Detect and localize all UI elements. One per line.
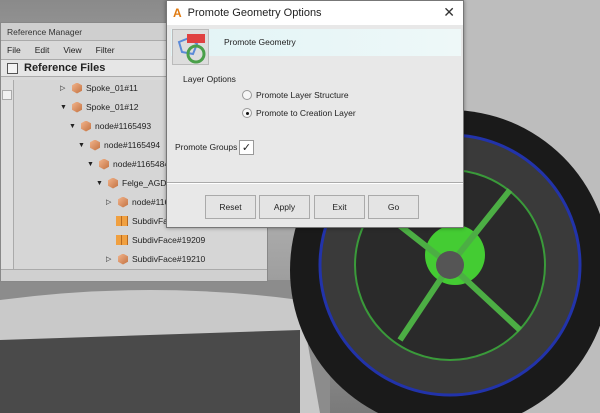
expand-arrow-icon[interactable]: ▷	[106, 198, 114, 206]
radio-promote-to-creation-layer[interactable]: Promote to Creation Layer	[242, 108, 356, 118]
radio-promote-layer-structure[interactable]: Promote Layer Structure	[242, 90, 349, 100]
collapse-arrow-icon[interactable]: ▼	[96, 180, 104, 187]
cube-icon	[108, 177, 118, 189]
app-logo-icon: A	[173, 6, 182, 20]
item-label: node#116	[132, 197, 170, 207]
cube-icon	[72, 82, 82, 94]
header-label: Reference Files	[24, 62, 106, 74]
collapse-arrow-icon[interactable]: ▼	[69, 123, 77, 130]
apply-button[interactable]: Apply	[259, 195, 310, 219]
menu-edit[interactable]: Edit	[35, 41, 50, 59]
item-label: SubdivFace#19209	[132, 235, 206, 245]
radio-button[interactable]	[242, 90, 252, 100]
item-label: Felge_AGD_	[122, 178, 172, 188]
tree-item[interactable]: ▼ node#1165494	[78, 137, 160, 153]
promote-groups-label: Promote Groups	[175, 142, 238, 152]
tree-item[interactable]: ▼ node#1165484	[87, 156, 169, 172]
tree-item[interactable]: ▼ Spoke_01#12	[60, 99, 138, 115]
item-label: SubdivFace#19210	[132, 254, 206, 264]
tree-item[interactable]: ▷ node#116	[106, 194, 169, 210]
promote-geometry-icon	[172, 29, 209, 65]
expand-arrow-icon[interactable]: ▷	[60, 84, 68, 92]
collapse-arrow-icon[interactable]: ▼	[87, 161, 95, 168]
exit-button[interactable]: Exit	[314, 195, 365, 219]
dialog-header-band: Promote Geometry	[171, 29, 461, 56]
tree-item[interactable]: ▷ Spoke_01#11	[60, 80, 138, 96]
radio-label: Promote Layer Structure	[256, 90, 349, 100]
dialog-title-bar: A Promote Geometry Options ✕	[167, 1, 463, 25]
cube-icon	[72, 101, 82, 113]
collapse-arrow-icon[interactable]: ▼	[78, 142, 86, 149]
cube-icon	[118, 253, 128, 265]
horizontal-scrollbar[interactable]	[1, 269, 267, 281]
dialog-title: Promote Geometry Options	[187, 7, 322, 19]
expand-arrow-icon[interactable]: ▷	[106, 255, 114, 263]
radio-button[interactable]	[242, 108, 252, 118]
item-label: node#1165484	[113, 159, 170, 169]
promote-groups-checkbox[interactable]: ✓	[239, 140, 254, 155]
radio-label: Promote to Creation Layer	[256, 108, 356, 118]
subdiv-face-icon	[116, 235, 128, 245]
tree-item[interactable]: SubdivFace#19209	[116, 232, 205, 248]
select-all-checkbox[interactable]	[7, 62, 18, 74]
cube-icon	[99, 158, 109, 170]
layer-options-label: Layer Options	[183, 74, 236, 84]
menu-file[interactable]: File	[7, 41, 21, 59]
menu-filter[interactable]: Filter	[96, 41, 115, 59]
tree-item[interactable]: ▼ Felge_AGD_	[96, 175, 171, 191]
item-label: node#1165493	[95, 121, 152, 131]
cube-icon	[81, 120, 91, 132]
reset-button[interactable]: Reset	[205, 195, 256, 219]
dialog-header: Promote Geometry	[224, 37, 296, 47]
cube-icon	[118, 196, 128, 208]
close-icon[interactable]: ✕	[443, 4, 455, 21]
item-label: node#1165494	[104, 140, 161, 150]
tree-item[interactable]: ▷ SubdivFace#19210	[106, 251, 205, 267]
divider	[167, 182, 463, 184]
collapse-arrow-icon[interactable]: ▼	[60, 104, 68, 111]
promote-geometry-dialog: A Promote Geometry Options ✕ Promote Geo…	[166, 0, 464, 228]
subdiv-face-icon	[116, 216, 128, 226]
tree-item[interactable]: ▼ node#1165493	[69, 118, 151, 134]
item-label: Spoke_01#11	[86, 83, 138, 93]
menu-view[interactable]: View	[63, 41, 81, 59]
cube-icon	[90, 139, 100, 151]
vertical-scrollbar[interactable]	[1, 80, 13, 269]
item-label: Spoke_01#12	[86, 102, 139, 112]
scrollbar-thumb[interactable]	[2, 90, 12, 100]
go-button[interactable]: Go	[368, 195, 419, 219]
